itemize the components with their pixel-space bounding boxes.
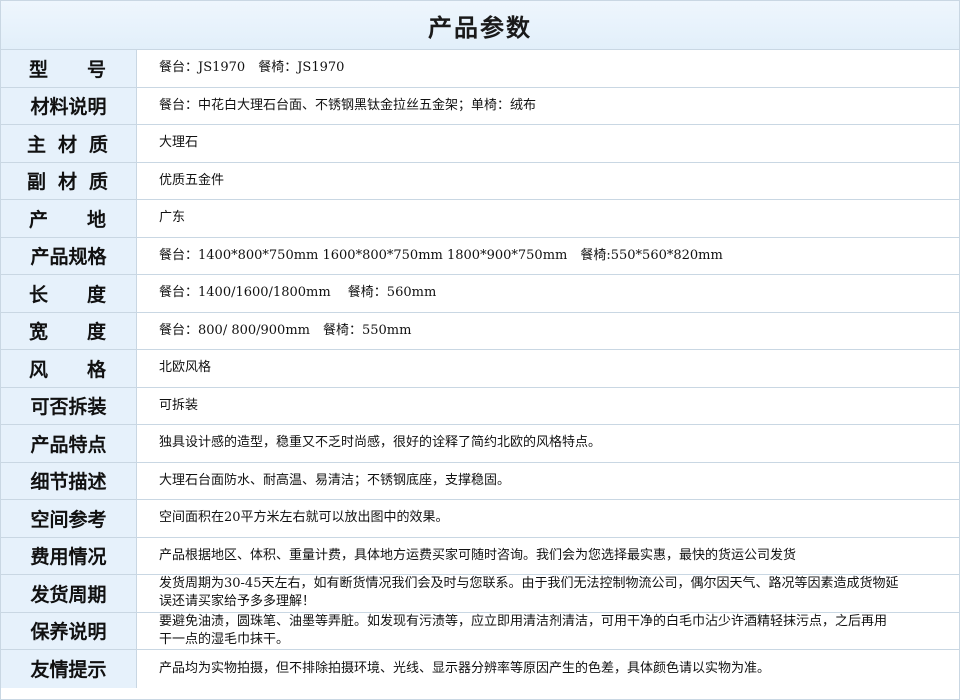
table-row: 长 度 餐台：1400/1600/1800mm 餐椅：560mm [1, 275, 959, 313]
table-row: 主 材 质 大理石 [1, 125, 959, 163]
row-value: 发货周期为30-45天左右，如有断货情况我们会及时与您联系。由于我们无法控制物流… [159, 576, 899, 610]
table-row: 费用情况 产品根据地区、体积、重量计费，具体地方运费买家可随时咨询。我们会为您选… [1, 537, 959, 575]
row-value: 餐台：1400/1600/1800mm 餐椅：560mm [159, 285, 437, 301]
product-params-table: 产品参数 型 号 餐台：JS1970 餐椅：JS1970 材料说明 餐台：中花白… [0, 0, 960, 700]
row-value: 独具设计感的造型，稳重又不乏时尚感，很好的诠释了简约北欧的风格特点。 [159, 435, 602, 451]
table-row: 发货周期 发货周期为30-45天左右，如有断货情况我们会及时与您联系。由于我们无… [1, 575, 959, 613]
table-row: 细节描述 大理石台面防水、耐高温、易清洁；不锈钢底座，支撑稳固。 [1, 462, 959, 500]
table-row: 风 格 北欧风格 [1, 350, 959, 388]
table-row: 空间参考 空间面积在20平方米左右就可以放出图中的效果。 [1, 500, 959, 538]
row-value: 优质五金件 [159, 172, 225, 188]
table-row: 产品规格 餐台：1400*800*750mm 1600*800*750mm 18… [1, 237, 959, 275]
table-row: 友情提示 产品均为实物拍摄，但不排除拍摄环境、光线、显示器分辨率等原因产生的色差… [1, 650, 959, 688]
row-label: 材料说明 [1, 87, 137, 124]
row-value: 大理石台面防水、耐高温、易清洁；不锈钢底座，支撑稳固。 [159, 472, 511, 488]
row-value: 产品根据地区、体积、重量计费，具体地方运费买家可随时咨询。我们会为您选择最实惠，… [159, 547, 797, 563]
table-row: 宽 度 餐台：800/ 800/900mm 餐椅：550mm [1, 312, 959, 350]
row-label: 费用情况 [1, 537, 137, 574]
row-label: 风 格 [1, 350, 137, 387]
row-value: 餐台：800/ 800/900mm 餐椅：550mm [159, 322, 412, 338]
row-label: 产 地 [1, 200, 137, 237]
row-label: 副 材 质 [1, 162, 137, 199]
table-row: 副 材 质 优质五金件 [1, 162, 959, 200]
row-value: 广东 [159, 210, 186, 226]
row-label: 主 材 质 [1, 125, 137, 162]
row-label: 型 号 [1, 50, 137, 87]
row-label: 可否拆装 [1, 387, 137, 424]
row-value: 大理石 [159, 135, 199, 151]
row-label: 空间参考 [1, 500, 137, 537]
row-value: 要避免油渍，圆珠笔、油墨等弄脏。如发现有污渍等，应立即用清洁剂清洁，可用干净的白… [159, 613, 888, 647]
row-value: 北欧风格 [159, 360, 212, 376]
table-row: 材料说明 餐台：中花白大理石台面、不锈钢黑钛金拉丝五金架；单椅：绒布 [1, 87, 959, 125]
table-row: 产品特点 独具设计感的造型，稳重又不乏时尚感，很好的诠释了简约北欧的风格特点。 [1, 425, 959, 463]
row-value: 餐台：JS1970 餐椅：JS1970 [159, 60, 345, 76]
row-label: 产品特点 [1, 425, 137, 462]
table-row: 产 地 广东 [1, 200, 959, 238]
row-label: 细节描述 [1, 462, 137, 499]
row-label: 发货周期 [1, 575, 137, 612]
row-value: 空间面积在20平方米左右就可以放出图中的效果。 [159, 510, 449, 526]
row-value: 餐台：1400*800*750mm 1600*800*750mm 1800*90… [159, 247, 723, 263]
table-row: 可否拆装 可拆装 [1, 387, 959, 425]
table-row: 保养说明 要避免油渍，圆珠笔、油墨等弄脏。如发现有污渍等，应立即用清洁剂清洁，可… [1, 612, 959, 650]
row-label: 长 度 [1, 275, 137, 312]
row-label: 保养说明 [1, 612, 137, 649]
table-header: 产品参数 [1, 1, 959, 50]
table-row: 型 号 餐台：JS1970 餐椅：JS1970 [1, 50, 959, 88]
page-title: 产品参数 [428, 13, 532, 42]
row-value: 可拆装 [159, 397, 199, 413]
row-value: 餐台：中花白大理石台面、不锈钢黑钛金拉丝五金架；单椅：绒布 [159, 97, 537, 113]
row-label: 产品规格 [1, 237, 137, 274]
row-label: 宽 度 [1, 312, 137, 349]
row-value: 产品均为实物拍摄，但不排除拍摄环境、光线、显示器分辨率等原因产生的色差，具体颜色… [159, 660, 771, 676]
row-label: 友情提示 [1, 650, 137, 688]
